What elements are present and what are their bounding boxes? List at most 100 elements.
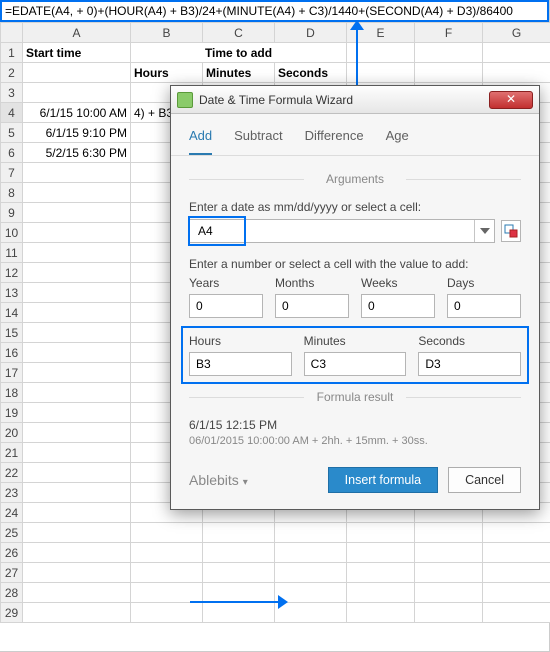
- row-header[interactable]: 22: [1, 463, 23, 483]
- close-button[interactable]: ✕: [489, 91, 533, 109]
- cell[interactable]: [131, 603, 203, 623]
- row-header[interactable]: 2: [1, 63, 23, 83]
- cell[interactable]: [483, 563, 550, 583]
- cell[interactable]: [23, 443, 131, 463]
- cell[interactable]: [131, 543, 203, 563]
- row-header[interactable]: 7: [1, 163, 23, 183]
- cell[interactable]: [415, 583, 483, 603]
- cell[interactable]: [275, 543, 347, 563]
- row-header[interactable]: 8: [1, 183, 23, 203]
- col-header-A[interactable]: A: [23, 23, 131, 43]
- cell[interactable]: [203, 523, 275, 543]
- cell[interactable]: [23, 603, 131, 623]
- cell[interactable]: [23, 63, 131, 83]
- cell[interactable]: Time to add: [131, 43, 347, 63]
- cell[interactable]: [203, 543, 275, 563]
- cell[interactable]: [483, 603, 550, 623]
- cell[interactable]: [347, 563, 415, 583]
- col-header-G[interactable]: G: [483, 23, 550, 43]
- row-header[interactable]: 12: [1, 263, 23, 283]
- cell[interactable]: [131, 523, 203, 543]
- cell[interactable]: 5/2/15 6:30 PM: [23, 143, 131, 163]
- cell[interactable]: [415, 563, 483, 583]
- tab-add[interactable]: Add: [189, 128, 212, 155]
- cell[interactable]: [23, 423, 131, 443]
- cell[interactable]: [23, 303, 131, 323]
- row-header[interactable]: 25: [1, 523, 23, 543]
- cell[interactable]: [483, 523, 550, 543]
- cell[interactable]: [23, 563, 131, 583]
- years-input[interactable]: [189, 294, 263, 318]
- seconds-input[interactable]: [418, 352, 521, 376]
- row-header[interactable]: 16: [1, 343, 23, 363]
- insert-formula-button[interactable]: Insert formula: [328, 467, 438, 493]
- row-header[interactable]: 18: [1, 383, 23, 403]
- cell[interactable]: 6/1/15 9:10 PM: [23, 123, 131, 143]
- row-header[interactable]: 27: [1, 563, 23, 583]
- brand-menu[interactable]: Ablebits ▾: [189, 472, 318, 488]
- cell[interactable]: [23, 543, 131, 563]
- row-header[interactable]: 21: [1, 443, 23, 463]
- row-header[interactable]: 9: [1, 203, 23, 223]
- date-input[interactable]: [192, 220, 242, 242]
- row-header[interactable]: 26: [1, 543, 23, 563]
- cell[interactable]: [483, 43, 550, 63]
- cell[interactable]: [483, 543, 550, 563]
- cell[interactable]: [23, 283, 131, 303]
- cell[interactable]: 6/1/15 10:00 AM: [23, 103, 131, 123]
- cell[interactable]: [203, 603, 275, 623]
- cell[interactable]: Hours: [131, 63, 203, 83]
- cell[interactable]: [415, 603, 483, 623]
- cell[interactable]: [275, 563, 347, 583]
- cell[interactable]: [203, 583, 275, 603]
- cell[interactable]: [131, 563, 203, 583]
- row-header[interactable]: 17: [1, 363, 23, 383]
- cell[interactable]: [23, 323, 131, 343]
- row-header[interactable]: 6: [1, 143, 23, 163]
- cell-reference-picker-button[interactable]: [501, 220, 521, 242]
- cell[interactable]: [483, 63, 550, 83]
- minutes-input[interactable]: [304, 352, 407, 376]
- cell[interactable]: Minutes: [203, 63, 275, 83]
- cell[interactable]: [483, 583, 550, 603]
- col-header-C[interactable]: C: [203, 23, 275, 43]
- cell[interactable]: [23, 183, 131, 203]
- cell[interactable]: [23, 403, 131, 423]
- days-input[interactable]: [447, 294, 521, 318]
- col-header-B[interactable]: B: [131, 23, 203, 43]
- row-header[interactable]: 5: [1, 123, 23, 143]
- cell[interactable]: [23, 483, 131, 503]
- cell[interactable]: [23, 503, 131, 523]
- cell[interactable]: [347, 543, 415, 563]
- cell[interactable]: [23, 223, 131, 243]
- months-input[interactable]: [275, 294, 349, 318]
- cell[interactable]: [415, 63, 483, 83]
- row-header[interactable]: 19: [1, 403, 23, 423]
- row-header[interactable]: 29: [1, 603, 23, 623]
- cell[interactable]: [23, 583, 131, 603]
- cell[interactable]: [23, 203, 131, 223]
- tab-difference[interactable]: Difference: [305, 128, 364, 155]
- cell[interactable]: [347, 523, 415, 543]
- row-header[interactable]: 20: [1, 423, 23, 443]
- dialog-titlebar[interactable]: Date & Time Formula Wizard ✕: [171, 86, 539, 114]
- row-header[interactable]: 24: [1, 503, 23, 523]
- cell[interactable]: [23, 263, 131, 283]
- row-header[interactable]: 4: [1, 103, 23, 123]
- cell[interactable]: Start time: [23, 43, 131, 63]
- weeks-input[interactable]: [361, 294, 435, 318]
- row-header[interactable]: 23: [1, 483, 23, 503]
- hours-input[interactable]: [189, 352, 292, 376]
- cell[interactable]: [23, 163, 131, 183]
- row-header[interactable]: 11: [1, 243, 23, 263]
- row-header[interactable]: 10: [1, 223, 23, 243]
- cell[interactable]: [23, 383, 131, 403]
- row-header[interactable]: 13: [1, 283, 23, 303]
- cell[interactable]: [415, 43, 483, 63]
- cell[interactable]: [23, 83, 131, 103]
- select-all-cell[interactable]: [1, 23, 23, 43]
- cell[interactable]: [275, 523, 347, 543]
- date-dropdown-button[interactable]: [474, 220, 494, 242]
- tab-age[interactable]: Age: [386, 128, 409, 155]
- cancel-button[interactable]: Cancel: [448, 467, 521, 493]
